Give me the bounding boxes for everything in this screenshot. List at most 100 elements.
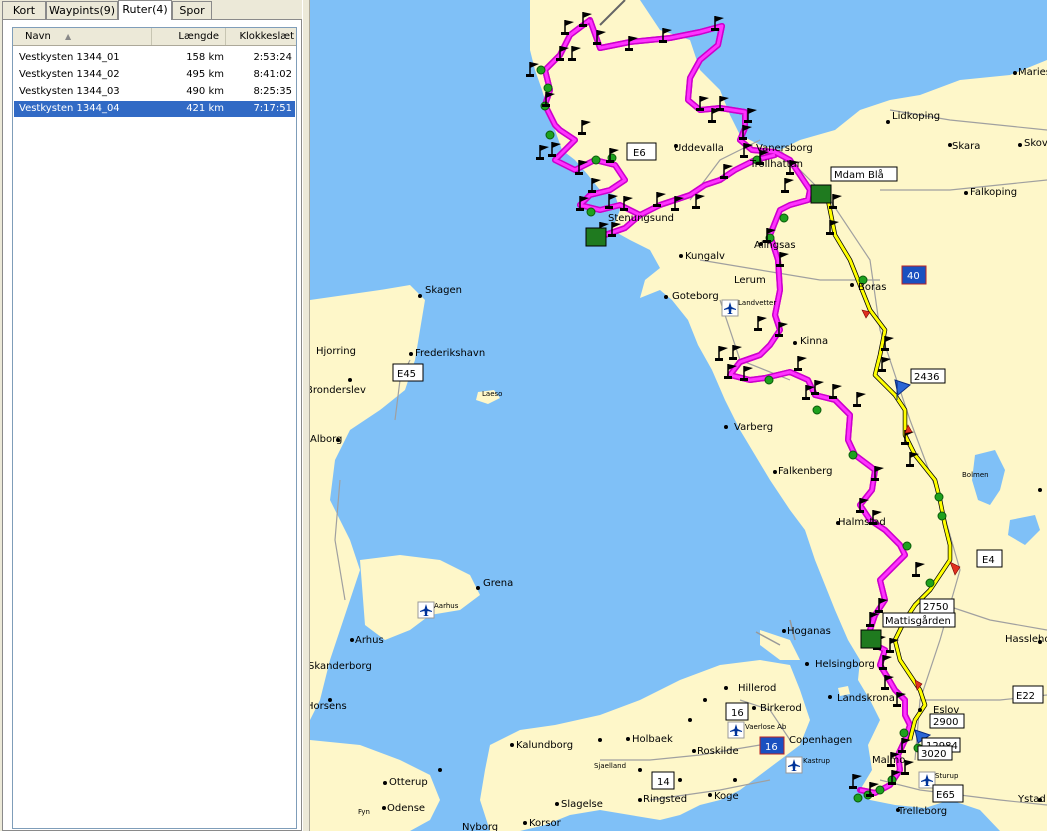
shield-e65: E65 xyxy=(932,784,964,803)
place-label: Sjaelland xyxy=(594,762,626,770)
place-label: Skara xyxy=(952,141,980,152)
place-label: Landvetter xyxy=(738,299,776,307)
table-row-selected[interactable]: Vestkysten 1344_04 421 km 7:17:51 xyxy=(14,101,295,117)
place-label: Landskrona xyxy=(837,693,895,704)
route-name: Vestkysten 1344_01 xyxy=(19,52,120,63)
svg-text:E4: E4 xyxy=(982,555,995,566)
place-label: Copenhagen xyxy=(789,735,852,746)
route-time: 7:17:51 xyxy=(253,103,292,114)
place-label: Nyborg xyxy=(462,822,498,831)
route-name: Vestkysten 1344_03 xyxy=(19,86,120,97)
label-2900: 2900 xyxy=(929,713,965,729)
place-label: Varberg xyxy=(734,422,773,433)
svg-text:16: 16 xyxy=(765,742,778,753)
shield-e22: E22 xyxy=(1012,685,1044,704)
shield-e45: E45 xyxy=(392,363,424,382)
place-label: Helsingborg xyxy=(815,659,875,670)
place-label: Roskilde xyxy=(697,746,739,757)
shield-e4: E4 xyxy=(976,549,1003,568)
place-label: Grena xyxy=(483,578,513,589)
shield-40: 40 xyxy=(901,265,927,285)
place-label: Mariestad xyxy=(1018,67,1047,78)
column-header-time[interactable]: Klokkeslæt xyxy=(226,28,296,45)
airport-icon xyxy=(721,299,739,317)
svg-text:3020: 3020 xyxy=(921,749,946,760)
map-view[interactable]: Uddevalla Kungalv Goteborg Lerum Alingsa… xyxy=(310,0,1047,831)
svg-text:E65: E65 xyxy=(936,790,955,801)
route-time: 2:53:24 xyxy=(253,52,292,63)
place-label: Skagen xyxy=(425,285,462,296)
tab-kort[interactable]: Kort xyxy=(2,1,46,19)
place-label: Alingsas xyxy=(754,240,796,251)
place-label: Koge xyxy=(714,791,739,802)
routes-list[interactable]: Navn ▲ Længde Klokkeslæt Vestkysten 1344… xyxy=(12,27,297,829)
place-label: Korsor xyxy=(529,818,562,829)
place-label: Kungalv xyxy=(685,251,725,262)
svg-text:14: 14 xyxy=(657,777,670,788)
airport-icon xyxy=(417,601,435,619)
sort-arrow-icon: ▲ xyxy=(65,32,72,41)
route-name: Vestkysten 1344_02 xyxy=(19,69,120,80)
label-3020: 3020 xyxy=(917,745,953,761)
place-label: Otterup xyxy=(389,777,428,788)
place-label: Malmo xyxy=(872,755,905,766)
label-mdam: Mdam Blå xyxy=(830,166,898,182)
place-label: Arhus xyxy=(355,635,384,646)
place-label: Skanderborg xyxy=(310,661,372,672)
place-label: Ystad xyxy=(1017,794,1046,805)
place-label: Frederikshavn xyxy=(415,348,485,359)
svg-text:40: 40 xyxy=(907,271,920,282)
svg-text:E6: E6 xyxy=(633,148,646,159)
place-label: Falkenberg xyxy=(778,466,832,477)
shield-14: 14 xyxy=(651,771,675,790)
tab-waypoints[interactable]: Waypints(9) xyxy=(46,1,118,19)
tab-spor[interactable]: Spor xyxy=(172,1,212,19)
place-label: Birkerod xyxy=(760,703,802,714)
place-label: Stenungsund xyxy=(608,213,674,224)
place-label: Bolmen xyxy=(962,471,989,479)
svg-text:E22: E22 xyxy=(1016,691,1035,702)
place-label: Boras xyxy=(858,282,886,293)
place-label: Kalundborg xyxy=(516,740,573,751)
column-header-length[interactable]: Længde xyxy=(152,28,226,45)
column-header-name-label: Navn xyxy=(25,31,51,42)
place-label: Hjorring xyxy=(316,346,356,357)
place-label: Fyn xyxy=(358,808,370,816)
place-label: Hoganas xyxy=(787,626,831,637)
route-length: 495 km xyxy=(186,69,224,80)
place-label: Hillerod xyxy=(738,683,776,694)
place-label: Halmstad xyxy=(838,517,886,528)
svg-text:2750: 2750 xyxy=(923,602,948,613)
shield-e6: E6 xyxy=(626,142,657,161)
table-row[interactable]: Vestkysten 1344_02 495 km 8:41:02 xyxy=(14,67,295,83)
svg-text:Mattisgården: Mattisgården xyxy=(885,614,951,627)
place-label: Hassleholm xyxy=(1005,634,1047,645)
svg-text:16: 16 xyxy=(731,708,744,719)
place-label: Goteborg xyxy=(672,291,719,302)
place-label: Slagelse xyxy=(561,799,603,810)
shield-16: 16 xyxy=(725,702,749,721)
table-row[interactable]: Vestkysten 1344_03 490 km 8:25:35 xyxy=(14,84,295,100)
place-label: Uddevalla xyxy=(674,143,724,154)
route-name: Vestkysten 1344_04 xyxy=(19,103,120,114)
route-time: 8:41:02 xyxy=(253,69,292,80)
place-label: Trelleborg xyxy=(897,806,947,817)
panel-splitter[interactable] xyxy=(302,0,310,831)
place-label: Falkoping xyxy=(970,187,1017,198)
place-label: Lerum xyxy=(734,275,766,286)
place-label: Ringsted xyxy=(643,794,687,805)
place-label: Alborg xyxy=(310,434,342,445)
tab-ruter[interactable]: Ruter(4) xyxy=(118,0,172,20)
place-label: Kastrup xyxy=(803,757,830,765)
map-canvas[interactable]: Uddevalla Kungalv Goteborg Lerum Alingsa… xyxy=(310,0,1047,831)
table-row[interactable]: Vestkysten 1344_01 158 km 2:53:24 xyxy=(14,50,295,66)
route-length: 421 km xyxy=(186,103,224,114)
svg-text:E45: E45 xyxy=(397,369,416,380)
svg-text:2900: 2900 xyxy=(933,717,958,728)
place-label: Horsens xyxy=(310,701,347,712)
place-label: Bronderslev xyxy=(310,385,366,396)
column-header-name[interactable]: Navn ▲ xyxy=(13,28,152,45)
left-panel: Kort Waypints(9) Ruter(4) Spor Navn ▲ Læ… xyxy=(0,0,302,831)
route-length: 158 km xyxy=(186,52,224,63)
airport-icon xyxy=(785,756,803,774)
